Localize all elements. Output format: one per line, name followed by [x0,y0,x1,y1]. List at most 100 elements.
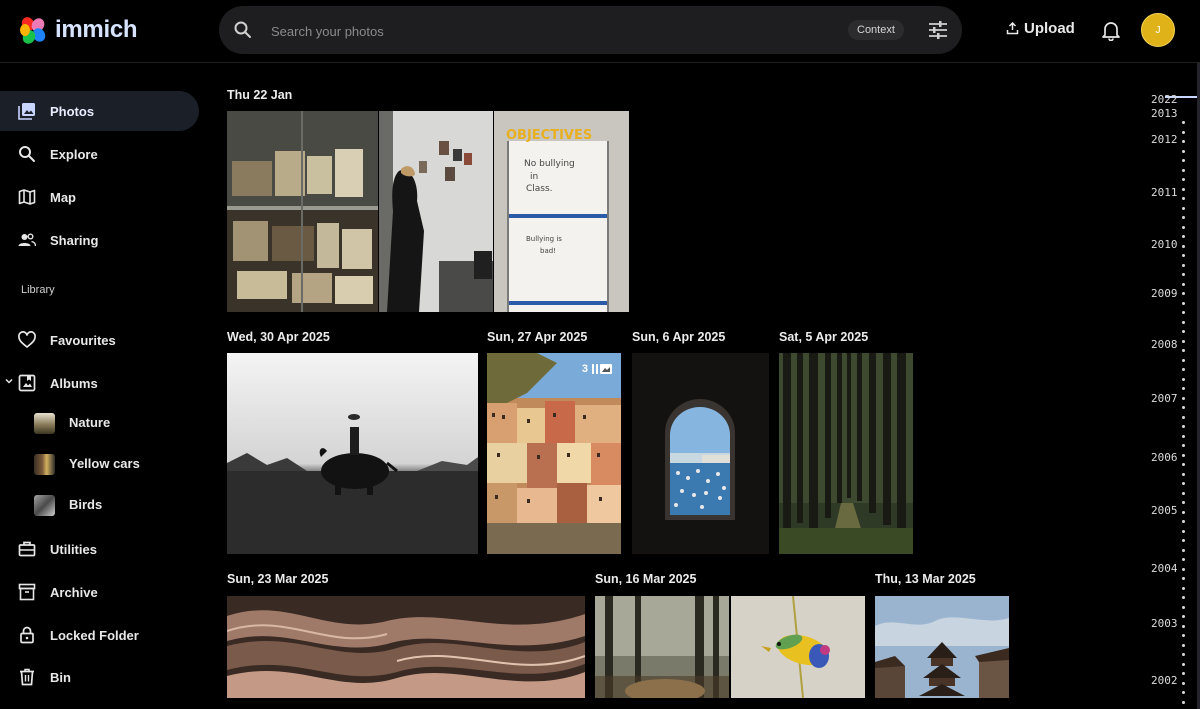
scrubber-dot [1182,482,1185,485]
photo-image [731,596,865,698]
sidebar-item-bin[interactable]: Bin [0,657,199,697]
scrubber-dot [1182,653,1185,656]
scrubber-dot [1182,672,1185,675]
upload-label: Upload [1024,20,1075,37]
sidebar-item-utilities[interactable]: Utilities [0,529,199,569]
photo-thumbnail[interactable] [632,353,769,554]
scrubber-dot [1182,320,1185,324]
date-group-header: Sat, 5 Apr 2025 [779,330,869,344]
stack-icon [592,364,612,374]
scrubber-dot [1182,643,1185,647]
scrubber-dot [1182,605,1185,609]
album-item-yellow-cars[interactable]: Yellow cars [0,446,199,482]
scrubber-dot [1182,168,1185,172]
scrubber-dot [1182,387,1185,390]
app-logo[interactable]: immich [17,15,138,45]
scrubber-dot [1182,254,1185,257]
photo-image [227,353,478,554]
scrubber-year[interactable]: 2010 [1151,238,1178,251]
sidebar-item-label: Map [50,189,76,205]
scrubber-year[interactable]: 2007 [1151,392,1178,405]
chevron-down-icon[interactable] [4,376,14,386]
scrubber-year[interactable]: 2011 [1151,186,1178,199]
stack-count: 3 [581,363,588,375]
scrubber-dot [1182,178,1185,181]
scrubber-dot [1182,187,1185,191]
sidebar-item-locked-folder[interactable]: Locked Folder [0,615,199,655]
scrubber-dot [1182,330,1185,333]
context-search-chip[interactable]: Context [848,20,904,40]
stack-badge: 3 [582,363,613,375]
search-icon [19,146,35,162]
photo-image [487,353,621,554]
scrubber-dot [1182,225,1185,229]
map-icon [18,189,36,205]
scrubber-dot [1182,149,1185,153]
scrubber-year[interactable]: 2002 [1151,674,1178,687]
whiteboard-note: bad! [540,247,556,255]
scrubber-year[interactable]: 2022 [1151,93,1178,106]
upload-button[interactable]: Upload [1006,20,1075,37]
search-input[interactable] [269,20,833,42]
scrubber-year[interactable]: 2013 [1151,107,1178,120]
photo-thumbnail[interactable] [227,353,478,554]
scrubber-year[interactable]: 2003 [1151,617,1178,630]
photo-image: OBJECTIVES No bullying in Class. Bullyin… [494,111,629,312]
scrubber-year[interactable]: 2012 [1151,133,1178,146]
sidebar-item-label: Bin [50,669,71,685]
sidebar-item-albums[interactable]: Albums [0,363,199,403]
people-icon [18,233,36,247]
scrubber-dot [1182,396,1185,400]
album-item-nature[interactable]: Nature [0,405,199,441]
search-bar[interactable]: Context [219,6,962,54]
photo-thumbnail[interactable] [875,596,1009,698]
date-group-header: Sun, 27 Apr 2025 [487,330,588,344]
photo-image [227,596,585,698]
timeline-scrubber[interactable]: 2022 2013 2012 2011 2010 2009 2008 2007 … [1145,63,1200,709]
album-label: Yellow cars [69,456,140,471]
search-filter-icon[interactable] [927,20,949,40]
photo-thumbnail[interactable]: OBJECTIVES No bullying in Class. Bullyin… [494,111,629,312]
sidebar-item-photos[interactable]: Photos [0,91,199,131]
scrubber-year[interactable]: 2008 [1151,338,1178,351]
scrubber-dot [1182,216,1185,219]
scrubber-year[interactable]: 2005 [1151,504,1178,517]
whiteboard-note: in [530,172,538,182]
date-group-header: Sun, 6 Apr 2025 [632,330,726,344]
sidebar-item-archive[interactable]: Archive [0,572,199,612]
scrubber-year[interactable]: 2009 [1151,287,1178,300]
user-avatar[interactable]: J [1141,13,1175,47]
photo-thumbnail[interactable] [731,596,865,698]
sidebar-item-explore[interactable]: Explore [0,134,199,174]
whiteboard-note: Bullying is [526,235,562,243]
scrubber-dot [1182,368,1185,371]
photo-image [595,596,729,698]
search-icon[interactable] [233,20,253,40]
photo-thumbnail[interactable] [779,353,913,554]
scrubber-dot [1182,539,1185,542]
album-item-birds[interactable]: Birds [0,487,199,523]
scrubber-dot [1182,529,1185,533]
photo-thumbnail[interactable] [227,596,585,698]
scrubber-dot [1182,349,1185,352]
sidebar-item-map[interactable]: Map [0,177,199,217]
scrubber-dot [1182,273,1185,276]
photo-image [379,111,493,312]
scrubber-dot [1182,577,1185,580]
notification-bell-icon[interactable] [1100,19,1122,41]
scrubber-dot [1182,159,1185,162]
scrubber-dot [1182,681,1185,685]
album-thumbnail [34,454,55,475]
photo-thumbnail[interactable] [379,111,493,312]
scrubber-dot [1182,406,1185,409]
scrubber-dot [1182,434,1185,438]
lock-icon [20,626,34,644]
scrubber-year[interactable]: 2004 [1151,562,1178,575]
sidebar-item-favourites[interactable]: Favourites [0,320,199,360]
photo-thumbnail[interactable] [227,111,378,312]
photo-thumbnail[interactable] [595,596,729,698]
sidebar-item-sharing[interactable]: Sharing [0,220,199,260]
photo-thumbnail[interactable]: 3 [487,353,621,554]
scrubber-dot [1182,567,1185,571]
scrubber-year[interactable]: 2006 [1151,451,1178,464]
